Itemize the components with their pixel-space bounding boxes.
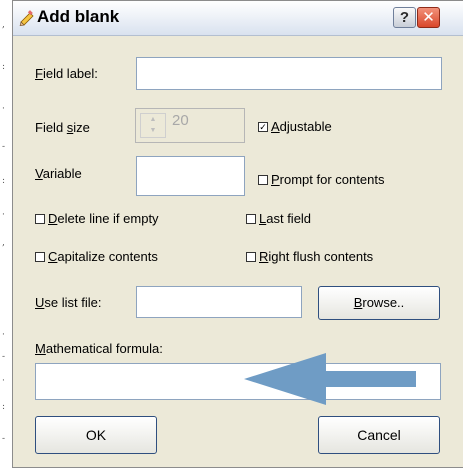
capitalize-label: Capitalize contents <box>48 249 158 264</box>
prompt-for-contents-checkbox[interactable]: Prompt for contents <box>258 172 384 187</box>
edge-mark: : <box>2 176 6 186</box>
checkbox-checked-icon: ✓ <box>258 121 268 132</box>
variable-input[interactable] <box>136 156 245 196</box>
delete-line-checkbox[interactable]: Delete line if empty <box>35 211 159 226</box>
edge-mark: : <box>2 402 6 412</box>
left-arrow-icon <box>244 353 416 405</box>
pencil-icon <box>19 10 34 26</box>
edge-mark: · <box>2 330 5 340</box>
edge-mark: ‚ <box>2 238 5 248</box>
dialog-title: Add blank <box>37 7 120 26</box>
cancel-button[interactable]: Cancel <box>318 416 440 454</box>
edge-mark: · <box>2 104 5 114</box>
field-size-caption: Field size <box>35 120 90 135</box>
edge-mark: · <box>2 376 5 386</box>
field-size-value: 20 <box>172 112 189 129</box>
field-label-input[interactable] <box>136 57 442 90</box>
formula-caption: Mathematical formula: <box>35 341 163 356</box>
checkbox-icon <box>246 251 256 262</box>
right-flush-checkbox[interactable]: Right flush contents <box>246 249 373 264</box>
right-flush-label: Right flush contents <box>259 249 374 264</box>
edge-mark: - <box>2 434 6 444</box>
prompt-for-contents-label: Prompt for contents <box>271 172 385 187</box>
field-label-caption: Field label: <box>35 66 98 81</box>
checkbox-icon <box>35 213 45 224</box>
spinner-arrows-icon[interactable]: ▲ ▼ <box>140 113 166 138</box>
last-field-checkbox[interactable]: Last field <box>246 211 311 226</box>
title-bar[interactable]: Add blank ? ✕ <box>13 1 463 36</box>
delete-line-label: Delete line if empty <box>48 211 159 226</box>
help-button[interactable]: ? <box>393 7 416 28</box>
last-field-label: Last field <box>259 211 312 226</box>
edge-mark: , <box>2 20 5 30</box>
background-document-edge: , : · - : · ‚ · ‐ · : - <box>0 0 12 468</box>
edge-mark: ‐ <box>2 352 6 362</box>
field-size-spinner[interactable]: ▲ ▼ 20 <box>135 108 245 143</box>
adjustable-label: Adjustable <box>271 119 332 134</box>
capitalize-checkbox[interactable]: Capitalize contents <box>35 249 158 264</box>
edge-mark: · <box>2 210 5 220</box>
checkbox-icon <box>258 174 268 185</box>
edge-mark: - <box>2 142 6 152</box>
checkbox-icon <box>246 213 256 224</box>
close-button[interactable]: ✕ <box>417 7 440 28</box>
browse-button[interactable]: Browse.. <box>318 286 440 320</box>
list-file-caption: Use list file: <box>35 295 102 310</box>
adjustable-checkbox[interactable]: ✓ Adjustable <box>258 119 332 134</box>
list-file-input[interactable] <box>136 286 302 318</box>
checkbox-icon <box>35 251 45 262</box>
variable-caption: Variable <box>35 166 82 181</box>
edge-mark: : <box>2 62 6 72</box>
ok-button[interactable]: OK <box>35 416 157 454</box>
